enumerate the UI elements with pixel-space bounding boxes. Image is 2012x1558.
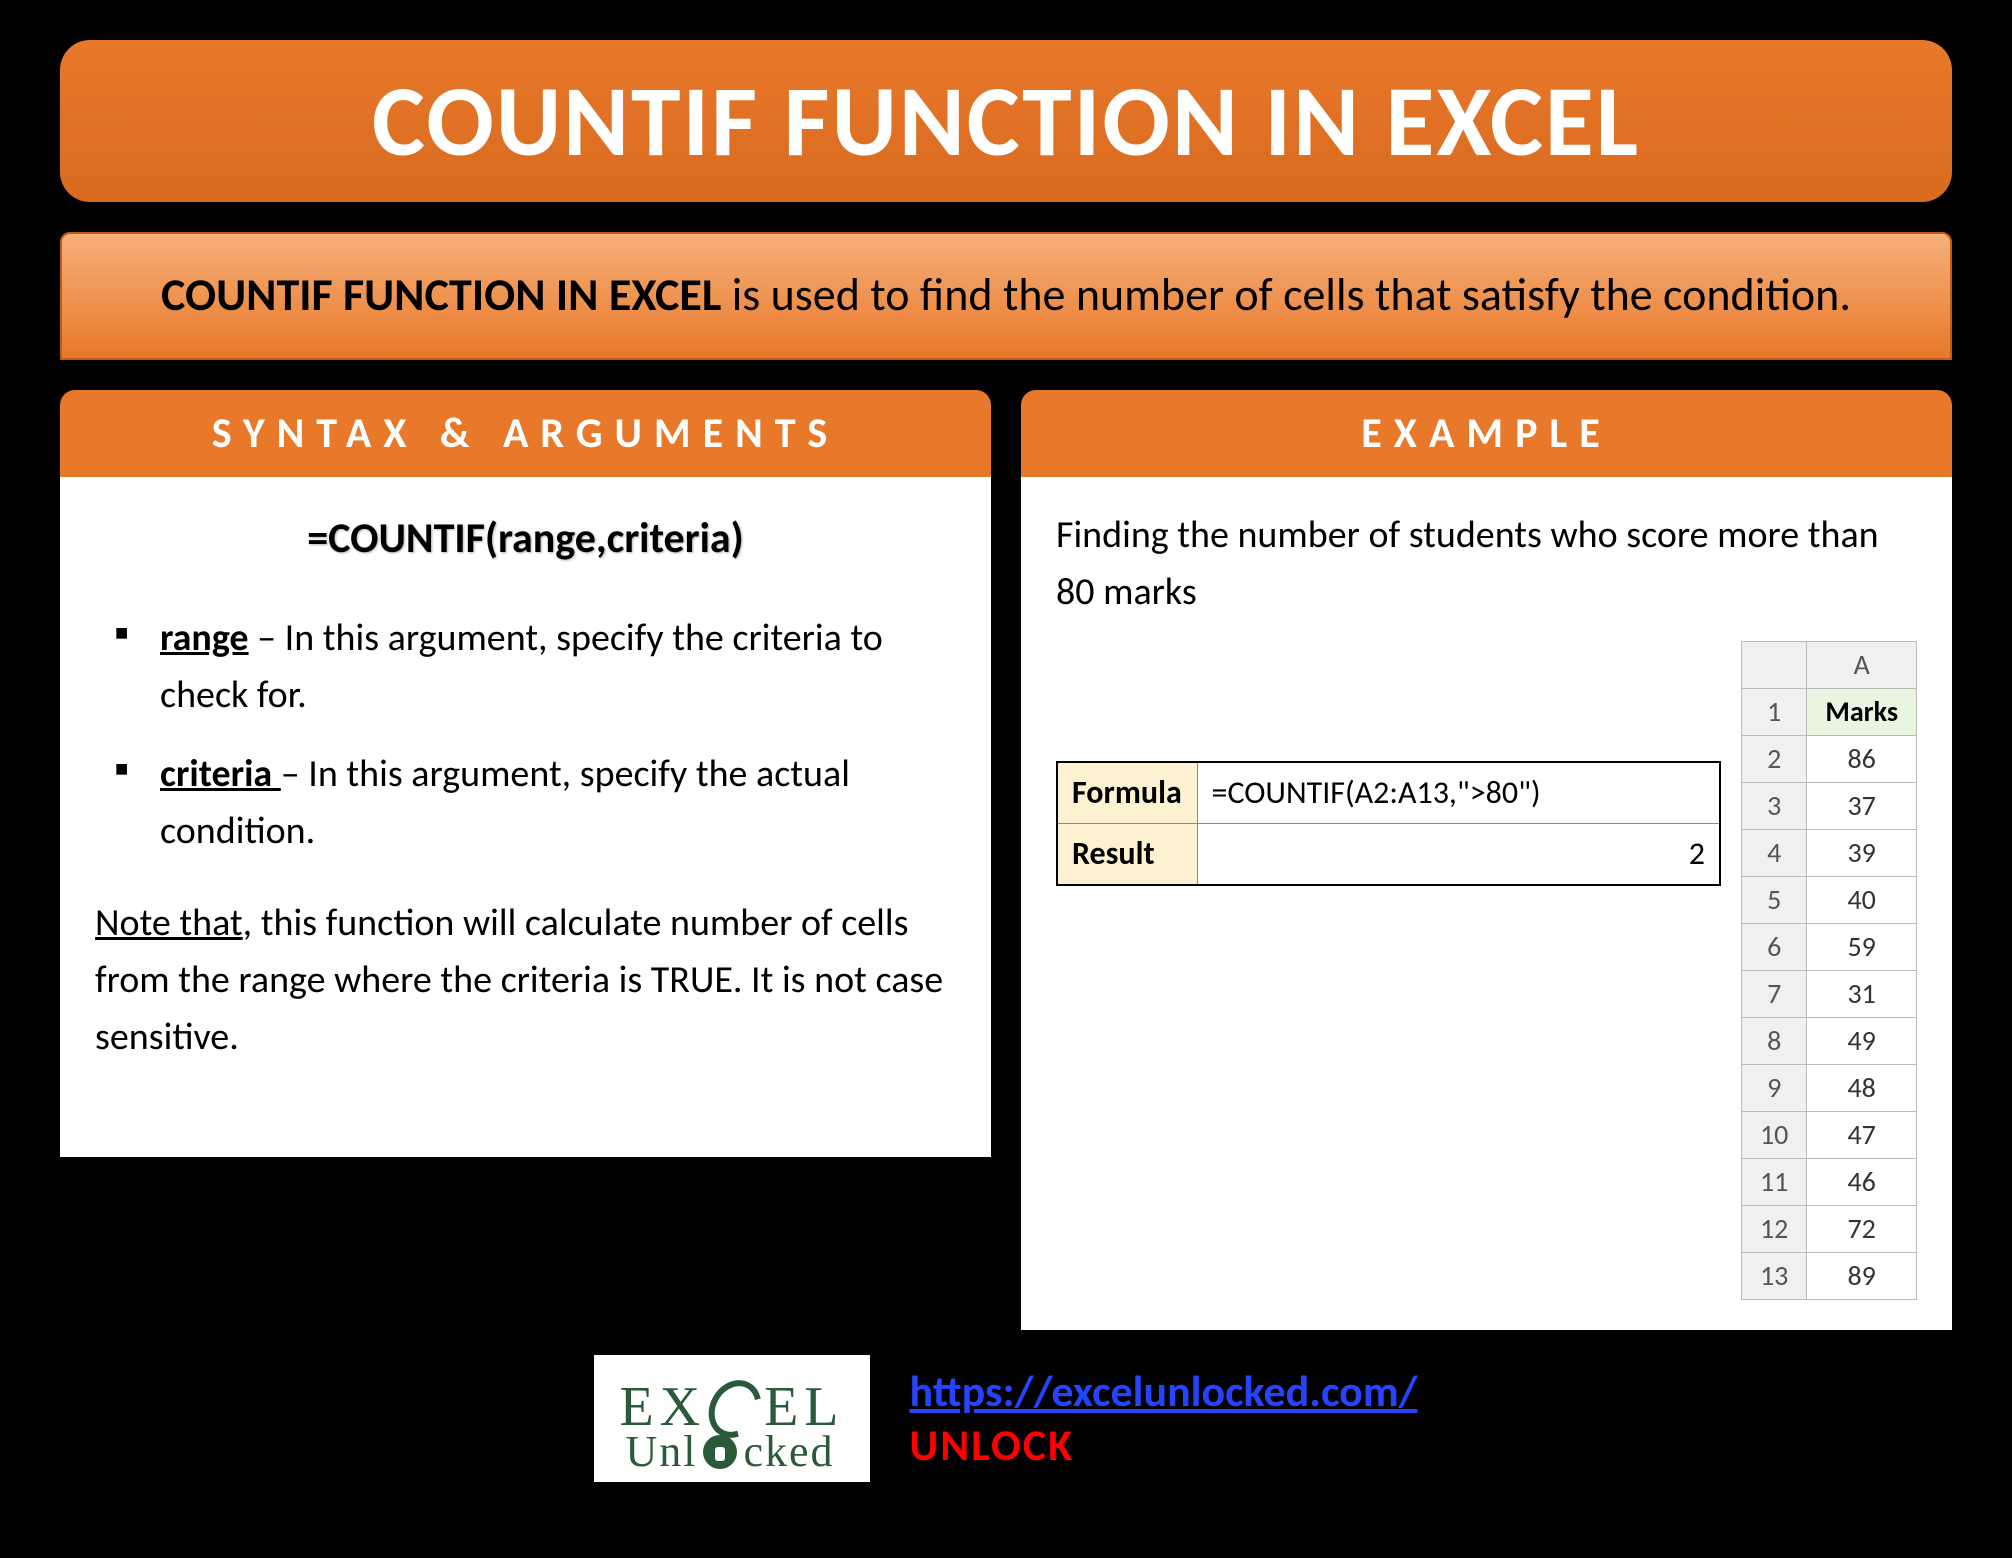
row-num: 7 [1741, 970, 1806, 1017]
table-corner [1741, 641, 1806, 688]
note: Note that, this function will calculate … [95, 895, 956, 1066]
syntax-header: SYNTAX & ARGUMENTS [60, 390, 991, 477]
lock-icon [703, 1435, 737, 1469]
example-header: EXAMPLE [1021, 390, 1952, 477]
result-label: Result [1057, 823, 1197, 885]
row-num: 13 [1741, 1252, 1806, 1299]
row-num: 5 [1741, 876, 1806, 923]
row-num: 6 [1741, 923, 1806, 970]
logo-line1: EX EL [619, 1365, 844, 1432]
row-num: 10 [1741, 1111, 1806, 1158]
row-num: 1 [1741, 688, 1806, 735]
title-bar: COUNTIF FUNCTION IN EXCEL [60, 40, 1952, 202]
marks-header-cell: Marks [1807, 688, 1917, 735]
arg-range-term: range [160, 615, 249, 661]
result-value: 2 [1197, 823, 1720, 885]
syntax-column: SYNTAX & ARGUMENTS =COUNTIF(range,criter… [60, 390, 991, 1330]
formula-syntax: =COUNTIF(range,criteria) [95, 507, 956, 570]
unlock-text: UNLOCK [910, 1418, 1418, 1472]
footer-links: https://excelunlocked.com/ UNLOCK [910, 1364, 1418, 1472]
row-num: 11 [1741, 1158, 1806, 1205]
example-body: Finding the number of students who score… [1021, 477, 1952, 1330]
formula-result-table: Formula =COUNTIF(A2:A13,">80") Result 2 [1056, 761, 1721, 886]
formula-label: Formula [1057, 762, 1197, 824]
marks-cell: 31 [1807, 970, 1917, 1017]
marks-cell: 89 [1807, 1252, 1917, 1299]
logo-cked: cked [743, 1432, 834, 1472]
description-bold: COUNTIF FUNCTION IN EXCEL [161, 267, 721, 323]
arg-range: range – In this argument, specify the cr… [115, 610, 956, 724]
row-num: 9 [1741, 1064, 1806, 1111]
arg-range-text: – In this argument, specify the criteria… [160, 615, 883, 718]
marks-cell: 72 [1807, 1205, 1917, 1252]
page-title: COUNTIF FUNCTION IN EXCEL [100, 60, 1912, 182]
description-text: is used to find the number of cells that… [721, 267, 1851, 323]
row-num: 8 [1741, 1017, 1806, 1064]
arg-criteria-term: criteria [160, 751, 281, 797]
marks-cell: 46 [1807, 1158, 1917, 1205]
marks-cell: 39 [1807, 829, 1917, 876]
marks-cell: 47 [1807, 1111, 1917, 1158]
example-row: Formula =COUNTIF(A2:A13,">80") Result 2 … [1056, 641, 1917, 1300]
logo-ex: EX [619, 1382, 706, 1432]
logo-unl: Unl [625, 1432, 697, 1472]
formula-value: =COUNTIF(A2:A13,">80") [1197, 762, 1720, 824]
description-box: COUNTIF FUNCTION IN EXCEL is used to fin… [60, 232, 1952, 360]
marks-table: A 1Marks 286 337 439 540 659 731 849 948… [1741, 641, 1917, 1300]
arg-criteria: criteria – In this argument, specify the… [115, 746, 956, 860]
row-num: 12 [1741, 1205, 1806, 1252]
marks-cell: 37 [1807, 782, 1917, 829]
website-link[interactable]: https://excelunlocked.com/ [910, 1364, 1418, 1418]
note-underline: Note that [95, 900, 243, 946]
marks-cell: 40 [1807, 876, 1917, 923]
logo-el: EL [764, 1382, 844, 1432]
row-num: 4 [1741, 829, 1806, 876]
syntax-body: =COUNTIF(range,criteria) range – In this… [60, 477, 991, 1157]
marks-cell: 49 [1807, 1017, 1917, 1064]
logo: EX EL Unl cked [594, 1355, 869, 1482]
arguments-list: range – In this argument, specify the cr… [95, 610, 956, 860]
col-letter-a: A [1807, 641, 1917, 688]
example-text: Finding the number of students who score… [1056, 507, 1917, 621]
marks-cell: 86 [1807, 735, 1917, 782]
columns: SYNTAX & ARGUMENTS =COUNTIF(range,criter… [60, 390, 1952, 1330]
row-num: 3 [1741, 782, 1806, 829]
marks-cell: 48 [1807, 1064, 1917, 1111]
footer: EX EL Unl cked https://excelunlocked.com/ … [60, 1355, 1952, 1482]
row-num: 2 [1741, 735, 1806, 782]
marks-cell: 59 [1807, 923, 1917, 970]
example-column: EXAMPLE Finding the number of students w… [1021, 390, 1952, 1330]
logo-text: EX EL Unl cked [619, 1365, 844, 1472]
